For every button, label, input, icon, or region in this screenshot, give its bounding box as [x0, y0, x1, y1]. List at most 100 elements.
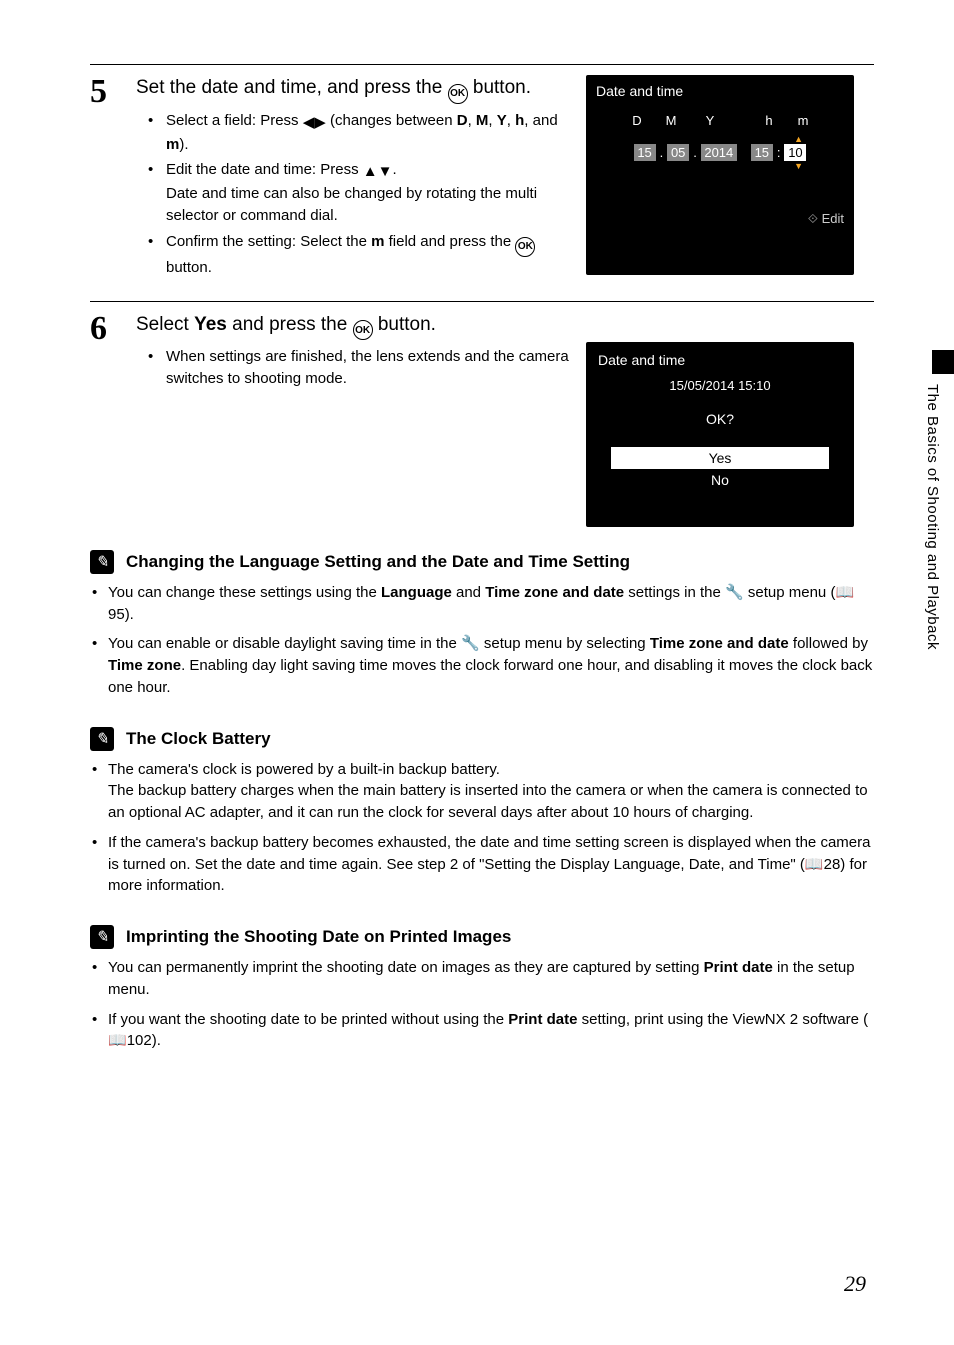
text: field and press the — [384, 233, 515, 250]
divider — [90, 64, 874, 65]
page-ref: 95 — [108, 606, 125, 623]
val-min-active: 10 — [784, 144, 806, 161]
date-labels: D M Y h m — [596, 113, 844, 128]
timezone-bold: Time zone and date — [485, 584, 624, 601]
wrench-icon: 🔧 — [461, 633, 480, 655]
text: If the camera's backup battery becomes e… — [108, 834, 870, 873]
text: setup menu ( — [744, 584, 836, 601]
note-3-bullets: You can permanently imprint the shooting… — [90, 957, 874, 1052]
language-bold: Language — [381, 584, 452, 601]
option-yes: Yes — [611, 447, 829, 469]
val-h: 15 — [751, 144, 773, 161]
text: Confirm the setting: Select the — [166, 233, 371, 250]
val-m: 05 — [667, 144, 689, 161]
screen-title: Date and time — [586, 342, 854, 374]
option-no: No — [586, 469, 854, 491]
note-1-bullets: You can change these settings using the … — [90, 582, 874, 699]
text: setup menu by selecting — [480, 635, 650, 652]
edit-label: ⟐ Edit — [596, 211, 844, 227]
date-values: 15. 05. 2014 15: 10 — [596, 144, 844, 161]
bullet: You can change these settings using the … — [90, 582, 874, 626]
label-min: m — [789, 113, 817, 128]
bullet: You can permanently imprint the shooting… — [90, 957, 874, 1001]
ok-icon: OK — [353, 320, 373, 340]
text: Edit the date and time: Press — [166, 161, 363, 178]
step-number: 6 — [90, 312, 118, 394]
text: and press the — [227, 314, 353, 335]
note-title: Changing the Language Setting and the Da… — [126, 552, 630, 572]
text: ). — [125, 606, 134, 623]
step-number: 5 — [90, 75, 118, 283]
bullet: When settings are finished, the lens ext… — [154, 346, 584, 390]
text: (changes between — [326, 112, 457, 129]
step-6-title: Select Yes and press the OK button. — [136, 312, 584, 341]
text: Select a field: Press — [166, 112, 303, 129]
up-down-icon: ▲▼ — [363, 161, 393, 183]
bullet: Select a field: Press ◀▶ (changes betwee… — [154, 110, 584, 156]
bullet: If the camera's backup battery becomes e… — [90, 832, 874, 897]
text: You can permanently imprint the shooting… — [108, 959, 704, 976]
book-icon: 📖 — [108, 1030, 127, 1052]
text: followed by — [789, 635, 868, 652]
camera-screen-datetime-edit: Date and time D M Y h m ▲ 15. 05. 2014 1… — [586, 75, 854, 275]
arrow-down-icon: ▼ — [635, 161, 805, 171]
page-ref: 28 — [824, 856, 841, 873]
page-number: 29 — [844, 1271, 866, 1297]
note-header-2: ✎ The Clock Battery — [90, 727, 874, 751]
page-content: 5 Set the date and time, and press the O… — [0, 0, 954, 1100]
book-icon: 📖 — [835, 582, 854, 604]
text: You can change these settings using the — [108, 584, 381, 601]
arrow-up-icon: ▲ — [635, 134, 805, 144]
text: button. — [373, 314, 436, 335]
field-min: m — [166, 136, 179, 153]
printdate-bold: Print date — [508, 1011, 577, 1028]
text: . Enabling day light saving time moves t… — [108, 657, 872, 696]
text: and — [452, 584, 485, 601]
step-5-bullets: Select a field: Press ◀▶ (changes betwee… — [136, 110, 584, 279]
step-5-title: Set the date and time, and press the OK … — [136, 75, 584, 104]
val-d: 15 — [634, 144, 656, 161]
field-y: Y — [497, 112, 507, 129]
label-m: M — [657, 113, 685, 128]
bullet: The camera's clock is powered by a built… — [90, 759, 874, 824]
left-right-icon: ◀▶ — [303, 112, 326, 134]
pencil-icon: ✎ — [90, 550, 114, 574]
label-d: D — [623, 113, 651, 128]
page-ref: 102 — [127, 1032, 152, 1049]
datetime-value: 15/05/2014 15:10 — [586, 374, 854, 397]
pencil-icon: ✎ — [90, 925, 114, 949]
text: ). — [179, 136, 188, 153]
text: button. — [166, 259, 212, 276]
printdate-bold: Print date — [704, 959, 773, 976]
bullet: If you want the shooting date to be prin… — [90, 1009, 874, 1053]
note-title: The Clock Battery — [126, 729, 271, 749]
text: If you want the shooting date to be prin… — [108, 1011, 508, 1028]
val-y: 2014 — [701, 144, 737, 161]
book-icon: 📖 — [805, 854, 824, 876]
note-title: Imprinting the Shooting Date on Printed … — [126, 927, 511, 947]
note-header-3: ✎ Imprinting the Shooting Date on Printe… — [90, 925, 874, 949]
field-m: M — [476, 112, 489, 129]
step-6-bullets: When settings are finished, the lens ext… — [136, 346, 584, 390]
note-header-1: ✎ Changing the Language Setting and the … — [90, 550, 874, 574]
ok-icon: OK — [448, 84, 468, 104]
ok-question: OK? — [586, 397, 854, 447]
field-m2: m — [371, 233, 384, 250]
ok-icon: OK — [515, 237, 535, 257]
label-y: Y — [691, 113, 729, 128]
text: Set the date and time, and press the — [136, 77, 448, 98]
field-d: D — [457, 112, 468, 129]
bullet: Edit the date and time: Press ▲▼. Date a… — [154, 159, 584, 226]
field-h: h — [515, 112, 524, 129]
text: button. — [468, 77, 531, 98]
bullet: You can enable or disable daylight savin… — [90, 633, 874, 698]
timezone-bold: Time zone and date — [650, 635, 789, 652]
text: setting, print using the ViewNX 2 softwa… — [577, 1011, 868, 1028]
bullet: Confirm the setting: Select the m field … — [154, 231, 584, 279]
screen-title: Date and time — [596, 83, 844, 99]
note-2-bullets: The camera's clock is powered by a built… — [90, 759, 874, 898]
divider — [90, 301, 874, 302]
wrench-icon: 🔧 — [725, 582, 744, 604]
label-h: h — [755, 113, 783, 128]
text: You can enable or disable daylight savin… — [108, 635, 461, 652]
